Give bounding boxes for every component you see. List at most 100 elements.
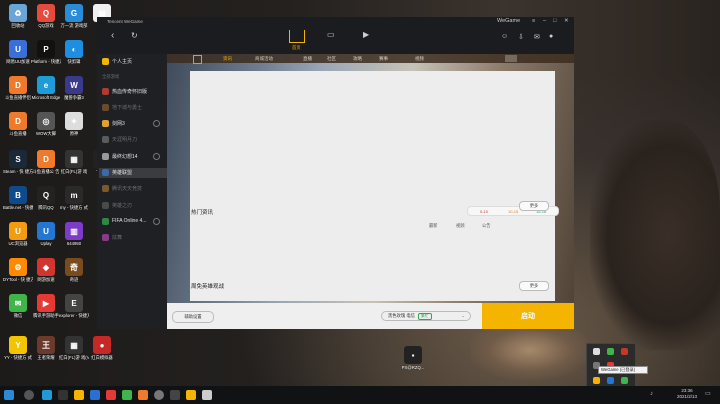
desktop-icon[interactable]: ▦红白(FL)游 戏(V1)(高端): [59, 336, 89, 360]
desktop-icon[interactable]: 王王者荣耀: [31, 336, 61, 360]
search-input[interactable]: [505, 55, 517, 62]
minimize-icon[interactable]: –: [543, 18, 546, 24]
desktop-icon[interactable]: U 网易UU加速: [3, 40, 33, 64]
game-tab[interactable]: 资讯: [223, 56, 232, 62]
notification-icon[interactable]: ▭: [705, 390, 711, 397]
desktop-icon[interactable]: ✦ 原神: [59, 112, 89, 136]
sidebar-game-item[interactable]: 最终幻想14: [102, 151, 164, 161]
wegame-taskbar-icon[interactable]: [186, 390, 196, 400]
desktop-icon[interactable]: U Uplay: [31, 222, 61, 246]
back-arrow-icon[interactable]: ‹: [111, 30, 114, 41]
game-tab[interactable]: 赛事: [379, 56, 388, 62]
taskbar-app-icon[interactable]: [106, 390, 116, 400]
tray-app-icon[interactable]: [621, 348, 628, 355]
desktop-icon[interactable]: ◎ WOW大脚: [31, 112, 61, 136]
download-icon[interactable]: ⇩: [518, 33, 524, 41]
taskbar-app-icon[interactable]: [58, 390, 68, 400]
more-button[interactable]: 更多: [519, 201, 549, 211]
desktop-icon[interactable]: ✉ 微信: [3, 294, 33, 318]
edge-icon[interactable]: [42, 390, 52, 400]
refresh-icon[interactable]: ↻: [131, 31, 138, 40]
tray-app-icon[interactable]: [621, 377, 628, 384]
desktop-icon[interactable]: Q QQ游戏: [31, 4, 61, 28]
desktop-icon[interactable]: ▶ 腾讯手游助手: [31, 294, 61, 318]
search-icon[interactable]: [24, 390, 34, 400]
lol-logo-icon[interactable]: [193, 55, 202, 64]
server-select[interactable]: 黑色玫瑰 电信 繁忙 ⌄: [381, 311, 471, 321]
taskbar-app-icon[interactable]: [170, 390, 180, 400]
avatar[interactable]: ●: [549, 33, 553, 40]
desktop-icon[interactable]: ▦ 红白(FL)游 戏: [59, 150, 89, 174]
home-icon[interactable]: [289, 30, 305, 43]
sidebar-game-item[interactable]: 天涯明月刀: [102, 135, 164, 145]
start-icon[interactable]: [4, 390, 14, 400]
desktop-icon[interactable]: ◐ 快剪辑: [59, 40, 89, 64]
window-titlebar[interactable]: Tencent WeGame WeGame ≡ – □ ✕: [97, 17, 574, 26]
desktop-icon[interactable]: m my - 快捷方 式: [59, 186, 89, 210]
desktop-icon[interactable]: D 斗鱼直播: [3, 112, 33, 136]
sidebar-game-item[interactable]: 炫舞: [102, 233, 164, 243]
game-tab[interactable]: 社区: [327, 56, 336, 62]
close-icon[interactable]: ✕: [564, 18, 569, 24]
sidebar-item-personal[interactable]: 个人主页: [102, 56, 164, 66]
game-tab[interactable]: 商城活动: [255, 56, 273, 62]
sidebar-game-item[interactable]: 热血传奇怀旧版: [102, 86, 164, 96]
sidebar-game-item[interactable]: 剑网3: [102, 119, 164, 129]
desktop-icon[interactable]: U UC浏览器: [3, 222, 33, 246]
subtab-latest[interactable]: 最新: [429, 223, 438, 229]
volume-icon[interactable]: ♪: [650, 391, 653, 397]
desktop-icon[interactable]: D 斗鱼直播伴侣: [3, 76, 33, 100]
home-tab-label[interactable]: 首页: [292, 45, 301, 51]
desktop-icon[interactable]: ● 红白模拟器: [87, 336, 117, 360]
desktop-icon[interactable]: SSteam - 快 捷方式: [3, 150, 33, 174]
desktop-icon[interactable]: ◆ 网游加速: [31, 258, 61, 282]
desktop-icon[interactable]: ♻ 回收站: [3, 4, 33, 28]
friends-icon[interactable]: ☺: [501, 33, 508, 40]
desktop-icon[interactable]: ⚙DYTool - 快 捷方式: [3, 258, 33, 282]
sidebar-game-item[interactable]: 地下城与勇士: [102, 102, 164, 112]
assist-settings-button[interactable]: 辅助设置: [172, 311, 214, 323]
sidebar-game-item[interactable]: 腾讯天天竞技: [102, 184, 164, 194]
desktop-icon[interactable]: G 万一流 游戏部: [59, 4, 89, 28]
game-tab[interactable]: 视频: [415, 56, 424, 62]
user-name[interactable]: WeGame: [497, 18, 520, 24]
desktop-icon[interactable]: Y YY - 快捷方 式: [3, 336, 33, 360]
desktop-icon[interactable]: W 魔兽争霸3: [59, 76, 89, 100]
game-tab[interactable]: 直播: [303, 56, 312, 62]
desktop-icon[interactable]: ▥ 644950: [59, 222, 89, 246]
menu-icon[interactable]: ≡: [532, 18, 535, 24]
video-icon[interactable]: ▶: [363, 30, 369, 39]
taskbar-app-icon[interactable]: [138, 390, 148, 400]
taskbar-app-icon[interactable]: [154, 390, 164, 400]
range-value[interactable]: 10-15: [508, 209, 518, 214]
taskbar-app-icon[interactable]: [122, 390, 132, 400]
subtab-video[interactable]: 视频: [456, 223, 465, 229]
desktop-icon[interactable]: e Microsoft Edge: [31, 76, 61, 100]
maximize-icon[interactable]: □: [553, 18, 556, 24]
tray-app-icon[interactable]: [607, 348, 614, 355]
game-tab[interactable]: 攻略: [353, 56, 362, 62]
desktop-icon[interactable]: Eexplorer - 快捷方式: [59, 294, 89, 318]
desktop-icon[interactable]: ▪ PX@RZQ...: [398, 346, 428, 370]
file-explorer-icon[interactable]: [74, 390, 84, 400]
clock[interactable]: 23:36 2021/2/13: [672, 388, 702, 400]
taskbar-app-icon[interactable]: [202, 390, 212, 400]
store-icon[interactable]: ▭: [327, 30, 335, 39]
taskbar-app-icon[interactable]: [90, 390, 100, 400]
more-button[interactable]: 更多: [519, 281, 549, 291]
desktop-icon[interactable]: Q 腾讯QQ: [31, 186, 61, 210]
message-icon[interactable]: ✉: [534, 33, 540, 41]
desktop-icon[interactable]: BBattle.net - 快捷方式: [3, 186, 33, 210]
sidebar-game-item[interactable]: 英雄之刃: [102, 200, 164, 210]
range-value[interactable]: 0-10: [480, 209, 488, 214]
wegame-tray-icon[interactable]: [593, 377, 600, 384]
desktop-icon[interactable]: PPlatform - 快捷方式: [31, 40, 61, 64]
sidebar-game-item[interactable]: FIFA Online 4...: [102, 216, 164, 226]
desktop-icon[interactable]: D 斗鱼直播公 告: [31, 150, 61, 174]
tray-app-icon[interactable]: [593, 348, 600, 355]
launch-button[interactable]: 启动: [482, 303, 574, 329]
tray-app-icon[interactable]: [607, 377, 614, 384]
sidebar-game-item[interactable]: 英雄联盟: [99, 167, 168, 178]
subtab-announcement[interactable]: 公告: [482, 223, 491, 229]
desktop-icon[interactable]: 奇奇迹: [59, 258, 89, 282]
